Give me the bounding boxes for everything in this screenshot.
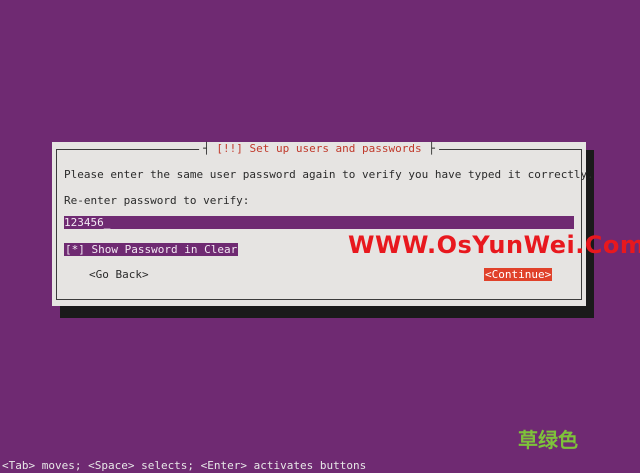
password-verify-input[interactable]: 123456_ [64, 216, 574, 229]
site-watermark: WWW.OsYunWei.Com [348, 231, 640, 259]
go-back-button[interactable]: <Go Back> [89, 268, 149, 282]
chinese-watermark: 草绿色 [518, 428, 578, 452]
dialog-title-text: Set up users and passwords [249, 142, 422, 155]
dialog-title: ┤ [!!] Set up users and passwords ├ [199, 142, 439, 156]
dialog-title-prefix: [!!] [216, 142, 243, 155]
keyboard-help-footer: <Tab> moves; <Space> selects; <Enter> ac… [2, 459, 367, 472]
input-cursor: _ [103, 216, 111, 229]
password-value: 123456 [64, 216, 104, 229]
verify-prompt: Please enter the same user password agai… [64, 168, 594, 181]
password-field-label: Re-enter password to verify: [64, 194, 250, 207]
continue-button[interactable]: <Continue> [484, 268, 553, 281]
setup-users-dialog: ┤ [!!] Set up users and passwords ├ Plea… [52, 142, 594, 306]
show-password-checkbox[interactable]: [*] Show Password in Clear [64, 243, 239, 256]
